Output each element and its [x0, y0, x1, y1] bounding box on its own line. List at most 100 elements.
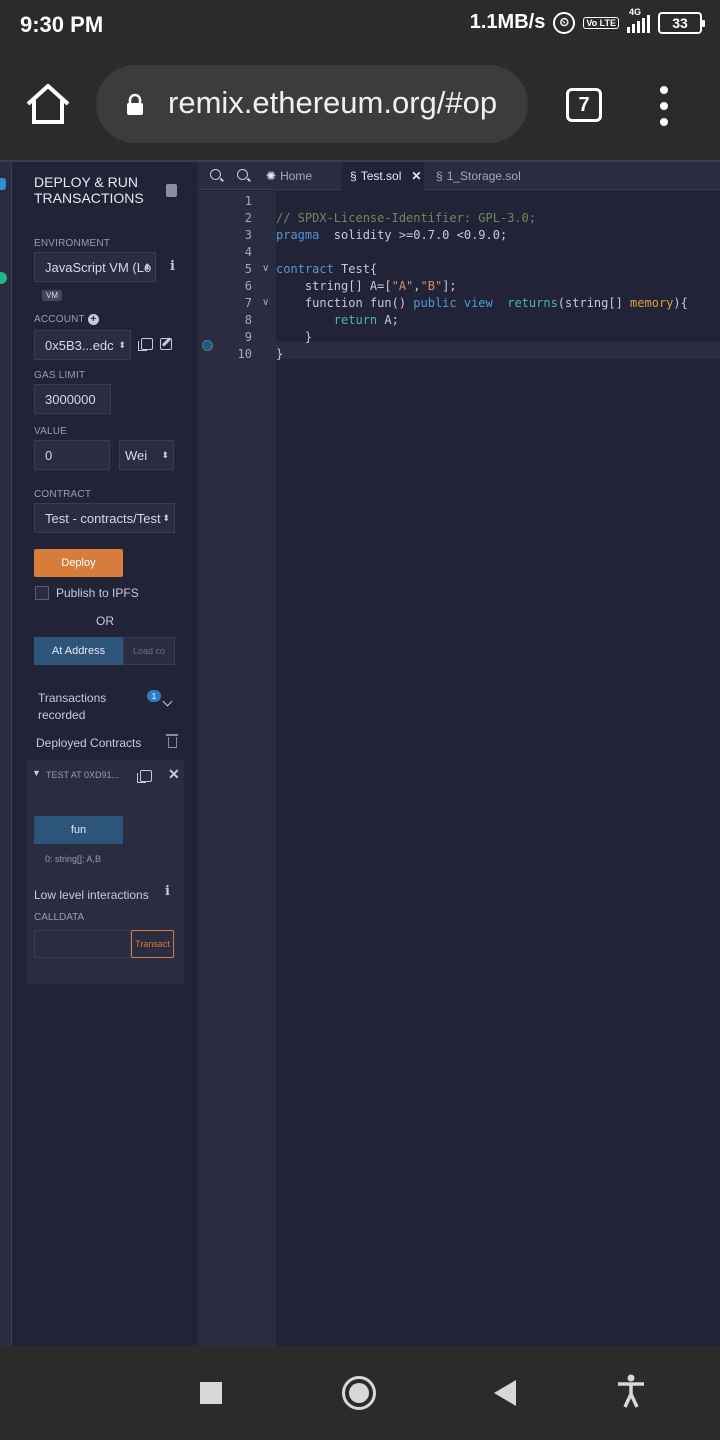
fun-button[interactable]: fun — [34, 816, 123, 844]
contract-select[interactable]: Test - contracts/Test ⬍ — [34, 503, 175, 533]
instance-label[interactable]: TEST AT 0XD91... — [46, 770, 119, 780]
zoom-out-icon[interactable] — [210, 169, 221, 180]
line-number: 5 — [244, 262, 252, 276]
url-text: remix.ethereum.org/#op — [168, 85, 498, 120]
gas-limit-input[interactable]: 3000000 — [34, 384, 111, 414]
select-arrow-icon: ⬍ — [162, 512, 170, 523]
account-label: ACCOUNT + — [34, 314, 99, 325]
deploy-button[interactable]: Deploy — [34, 549, 123, 577]
account-label-text: ACCOUNT — [34, 314, 85, 326]
gas-limit-label: GAS LIMIT — [34, 370, 86, 381]
line-number: 6 — [244, 279, 252, 293]
add-account-icon[interactable]: + — [87, 314, 99, 325]
close-tab-icon[interactable]: ✕ — [411, 169, 421, 183]
tab-storage-sol[interactable]: § 1_Storage.sol — [436, 162, 521, 190]
close-icon[interactable]: ✕ — [168, 766, 180, 783]
trash-icon[interactable] — [166, 734, 178, 748]
calldata-input[interactable] — [34, 930, 131, 958]
at-address-button[interactable]: At Address — [34, 637, 123, 665]
volte-icon: Vo LTE — [583, 16, 619, 29]
code-line: string[] A=["A","B"]; — [276, 279, 457, 293]
load-contract-input[interactable]: Load co — [123, 637, 175, 665]
signal-icon: 4G — [627, 7, 650, 33]
accessibility-icon[interactable] — [616, 1374, 646, 1408]
transact-button[interactable]: Transact — [131, 930, 174, 958]
or-label: OR — [96, 614, 114, 628]
contract-label: CONTRACT — [34, 489, 92, 500]
tab-storage-sol-label: 1_Storage.sol — [446, 169, 521, 183]
line-number: 4 — [244, 245, 252, 259]
line-gutter: 1 2 3 4 5 6 7 8 9 10 ∨ ∨ — [198, 191, 276, 1348]
environment-label: ENVIRONMENT — [34, 238, 111, 249]
battery-icon: 33 — [658, 11, 705, 34]
home-nav-icon[interactable] — [342, 1376, 376, 1410]
tab-home-label: Home — [280, 169, 313, 183]
copy-icon[interactable] — [137, 770, 152, 783]
address-bar[interactable]: remix.ethereum.org/#op — [96, 65, 528, 143]
low-level-label: Low level interactions — [34, 888, 149, 902]
select-arrow-icon: ⬍ — [118, 339, 126, 350]
publish-ipfs-checkbox[interactable] — [35, 586, 49, 600]
contract-value: Test - contracts/Test — [45, 510, 161, 526]
copy-icon[interactable] — [138, 338, 153, 351]
value-unit-select[interactable]: Wei ⬍ — [119, 440, 174, 470]
transactions-count-badge: 1 — [147, 690, 161, 702]
file-icon: § — [350, 169, 357, 183]
panel-title: DEPLOY & RUN TRANSACTIONS — [34, 174, 144, 206]
android-nav-bar — [0, 1346, 720, 1440]
account-value: 0x5B3...edc — [45, 337, 114, 353]
plugin-icon[interactable] — [0, 178, 6, 190]
value-input[interactable]: 0 — [34, 440, 110, 470]
code-line: contract Test{ — [276, 262, 378, 276]
info-icon[interactable]: i — [170, 259, 175, 274]
current-line-highlight — [276, 342, 720, 359]
status-icons: 1.1MB/s ⏲ Vo LTE 4G 33 — [470, 7, 705, 34]
docs-icon[interactable] — [166, 184, 177, 197]
vm-badge: VM — [42, 290, 62, 301]
code-line: // SPDX-License-Identifier: GPL-3.0; — [276, 211, 537, 225]
value-label: VALUE — [34, 426, 68, 437]
home-icon[interactable] — [22, 80, 74, 128]
network-type: 4G — [629, 6, 642, 17]
code-line: } — [276, 347, 284, 361]
compile-status-icon[interactable] — [0, 272, 7, 284]
file-icon: § — [436, 169, 443, 183]
code-line: pragma solidity >=0.7.0 <0.9.0; — [276, 228, 508, 242]
code-line: } — [276, 330, 313, 344]
chevron-down-icon[interactable] — [162, 696, 173, 707]
edit-icon[interactable] — [160, 338, 172, 350]
account-select[interactable]: 0x5B3...edc ⬍ — [34, 330, 131, 360]
deploy-run-panel: DEPLOY & RUN TRANSACTIONS ENVIRONMENT Ja… — [12, 162, 197, 1348]
value-unit: Wei — [125, 447, 148, 463]
info-icon[interactable]: i — [165, 884, 170, 899]
line-number: 10 — [237, 347, 252, 361]
alarm-icon: ⏲ — [553, 11, 576, 34]
publish-ipfs-label: Publish to IPFS — [56, 586, 139, 600]
recents-icon[interactable] — [200, 1382, 222, 1404]
status-time: 9:30 PM — [20, 12, 104, 37]
fold-chevron-icon[interactable]: ∨ — [262, 263, 269, 274]
fun-output: 0: string[]: A,B — [45, 854, 102, 864]
back-icon[interactable] — [494, 1380, 516, 1406]
zoom-in-icon[interactable] — [237, 169, 248, 180]
remix-logo-icon: ✺ — [266, 169, 277, 183]
environment-select[interactable]: JavaScript VM (Lo ⬍ — [34, 252, 156, 282]
calldata-label: CALLDATA — [34, 912, 85, 923]
tab-switcher-button[interactable]: 7 — [566, 88, 602, 122]
lock-icon — [127, 93, 143, 115]
tab-test-sol[interactable]: § Test.sol ✕ — [342, 162, 424, 190]
code-line: function fun() public view returns(strin… — [276, 296, 688, 310]
select-arrow-icon: ⬍ — [143, 261, 151, 272]
deployed-instance: ▼ TEST AT 0XD91... ✕ fun 0: string[]: A,… — [26, 760, 184, 984]
chevron-down-icon[interactable]: ▼ — [32, 768, 41, 778]
fold-chevron-icon[interactable]: ∨ — [262, 297, 269, 308]
line-number: 8 — [244, 313, 252, 327]
browser-menu-icon[interactable] — [658, 86, 670, 126]
transactions-recorded-label[interactable]: Transactions recorded — [38, 690, 128, 724]
breakpoint-icon[interactable] — [202, 340, 213, 351]
tab-home[interactable]: ✺ Home — [266, 162, 312, 190]
code-line: return A; — [333, 313, 399, 327]
line-number: 1 — [244, 194, 252, 208]
browser-toolbar: remix.ethereum.org/#op 7 — [0, 50, 720, 160]
line-number: 7 — [244, 296, 252, 310]
